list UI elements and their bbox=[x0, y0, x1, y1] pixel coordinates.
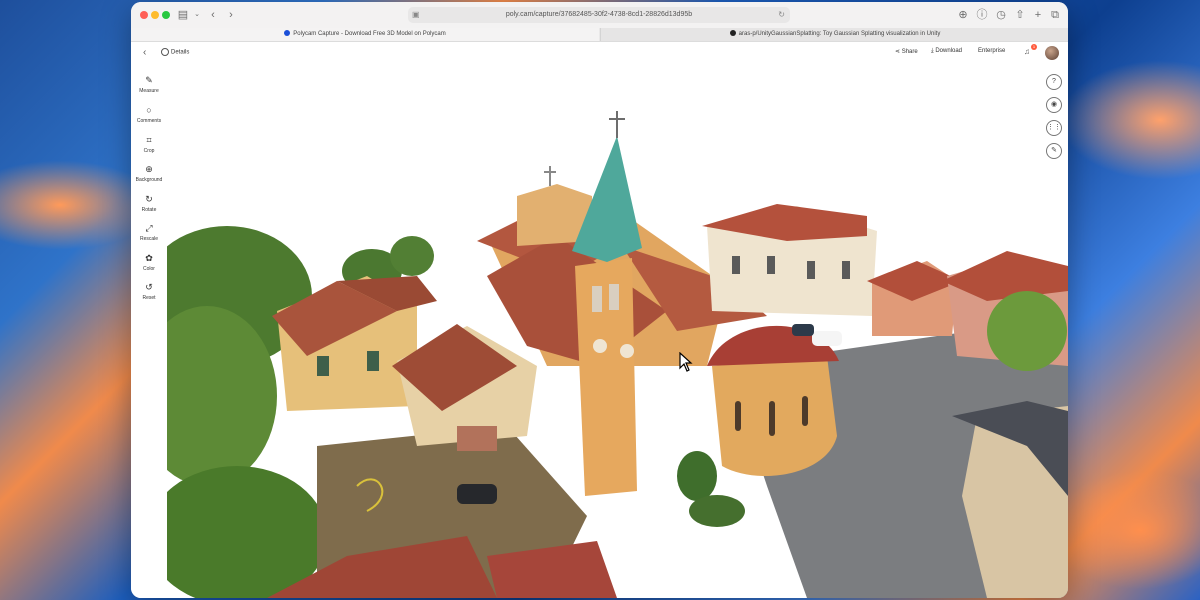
avatar[interactable] bbox=[1045, 46, 1059, 60]
back-icon[interactable]: ‹ bbox=[207, 7, 219, 23]
browser-window: ▤ ⌄ ‹ › ▣ poly.cam/capture/37682485-30f2… bbox=[131, 2, 1068, 598]
rotate-icon: ↻ bbox=[145, 194, 153, 204]
window bbox=[807, 261, 815, 279]
share-icon: ⋖ bbox=[895, 49, 902, 55]
tool-label: Reset bbox=[142, 295, 156, 301]
grid-icon[interactable]: ⋮⋮ bbox=[1046, 120, 1062, 136]
belfry-opening bbox=[609, 284, 619, 310]
app-header: ‹ Details ⋖ Share ⤓ Download Enterprise … bbox=[131, 42, 1068, 66]
window-shutter bbox=[367, 351, 379, 371]
bush bbox=[689, 495, 745, 527]
tool-reset[interactable]: ↺ Reset bbox=[131, 282, 167, 301]
github-favicon-icon bbox=[729, 30, 736, 37]
bush bbox=[677, 451, 717, 501]
url-text: poly.cam/capture/37682485-30f2-4738-8cd1… bbox=[505, 11, 693, 18]
info-icon[interactable]: ⓘ bbox=[976, 7, 988, 23]
window bbox=[767, 256, 775, 274]
apse-window bbox=[735, 401, 741, 431]
tab-github[interactable]: aras-p/UnityGaussianSplatting: Toy Gauss… bbox=[600, 28, 1068, 41]
history-icon[interactable]: ◷ bbox=[995, 7, 1007, 23]
tool-label: Rescale bbox=[139, 236, 159, 242]
details-label: Details bbox=[171, 49, 190, 56]
download-icon[interactable]: ⊕ bbox=[957, 7, 969, 23]
color-icon: ✿ bbox=[145, 253, 153, 263]
download-button[interactable]: ⤓ Download bbox=[931, 48, 962, 55]
tower-clock bbox=[593, 339, 607, 353]
bell-tower bbox=[575, 258, 637, 496]
ruler-icon: ✎ bbox=[145, 75, 153, 85]
forward-icon[interactable]: › bbox=[225, 7, 237, 23]
polycam-favicon-icon bbox=[284, 30, 291, 37]
tab-label: aras-p/UnityGaussianSplatting: Toy Gauss… bbox=[738, 31, 941, 37]
tool-label: Color bbox=[143, 266, 155, 272]
tab-polycam[interactable]: Polycam Capture - Download Free 3D Model… bbox=[131, 28, 599, 41]
bell-icon[interactable]: ♫ bbox=[1024, 47, 1030, 56]
wand-icon[interactable]: ✎ bbox=[1046, 143, 1062, 159]
privacy-shield-icon: ▣ bbox=[412, 10, 420, 19]
window-shutter bbox=[317, 356, 329, 376]
tool-rescale[interactable]: ⤢ Rescale bbox=[131, 223, 167, 242]
globe-icon: ⊕ bbox=[145, 164, 153, 174]
tool-label: Measure bbox=[139, 88, 159, 94]
tool-rotate[interactable]: ↻ Rotate bbox=[131, 194, 167, 213]
3d-viewport[interactable] bbox=[167, 66, 1068, 598]
tool-measure[interactable]: ✎ Measure bbox=[131, 75, 167, 94]
share-icon[interactable]: ⇧ bbox=[1014, 7, 1026, 23]
chevron-down-icon[interactable]: ⌄ bbox=[193, 7, 201, 23]
sidebar-icon[interactable]: ▤ bbox=[177, 7, 189, 23]
tree-cluster bbox=[390, 236, 434, 276]
browser-toolbar: ▤ ⌄ ‹ › ▣ poly.cam/capture/37682485-30f2… bbox=[131, 2, 1068, 28]
parked-car bbox=[457, 484, 497, 504]
tree-cluster bbox=[987, 291, 1067, 371]
tab-bar: Polycam Capture - Download Free 3D Model… bbox=[131, 28, 1068, 42]
address-bar[interactable]: ▣ poly.cam/capture/37682485-30f2-4738-8c… bbox=[408, 7, 790, 23]
tab-label: Polycam Capture - Download Free 3D Model… bbox=[293, 31, 446, 37]
new-tab-icon[interactable]: + bbox=[1032, 7, 1044, 23]
church-3d-model[interactable] bbox=[167, 66, 1068, 598]
tool-label: Crop bbox=[143, 148, 155, 154]
help-icon[interactable]: ? bbox=[1046, 74, 1062, 90]
back-chevron-icon[interactable]: ‹ bbox=[143, 47, 146, 58]
tab-overview-icon[interactable]: ⧉ bbox=[1049, 7, 1061, 23]
notification-badge: 1 bbox=[1031, 44, 1037, 50]
comment-icon: ○ bbox=[146, 105, 152, 115]
tool-sidebar: ✎ Measure ○ Comments ⌗ Crop ⊕ Background… bbox=[131, 66, 167, 598]
parked-car bbox=[792, 324, 814, 336]
tool-comments[interactable]: ○ Comments bbox=[131, 105, 167, 124]
rescale-icon: ⤢ bbox=[145, 223, 153, 233]
tool-label: Background bbox=[135, 177, 163, 183]
share-button[interactable]: ⋖ Share bbox=[895, 48, 918, 55]
window bbox=[732, 256, 740, 274]
minimize-window-button[interactable] bbox=[151, 11, 159, 19]
tower-clock bbox=[620, 344, 634, 358]
share-label: Share bbox=[901, 49, 918, 55]
crop-icon: ⌗ bbox=[146, 135, 152, 145]
tool-color[interactable]: ✿ Color bbox=[131, 253, 167, 272]
desktop-wallpaper-glow bbox=[1050, 470, 1200, 590]
tool-background[interactable]: ⊕ Background bbox=[131, 164, 167, 183]
download-label: Download bbox=[935, 48, 963, 54]
reload-icon[interactable]: ↻ bbox=[778, 7, 785, 23]
window bbox=[842, 261, 850, 279]
zoom-window-button[interactable] bbox=[162, 11, 170, 19]
close-window-button[interactable] bbox=[140, 11, 148, 19]
reset-icon: ↺ bbox=[145, 282, 153, 292]
desktop-wallpaper-glow bbox=[1060, 60, 1200, 180]
details-button[interactable]: Details bbox=[161, 48, 189, 56]
mouse-cursor-icon bbox=[679, 351, 693, 377]
details-icon bbox=[161, 48, 169, 56]
apse-window bbox=[769, 401, 775, 436]
tool-label: Rotate bbox=[141, 207, 157, 213]
enterprise-link[interactable]: Enterprise bbox=[978, 48, 1005, 54]
tool-crop[interactable]: ⌗ Crop bbox=[131, 135, 167, 154]
tree-cluster bbox=[167, 466, 327, 598]
tool-label: Comments bbox=[136, 118, 162, 124]
garage-door bbox=[457, 426, 497, 451]
camera-icon[interactable]: ◉ bbox=[1046, 97, 1062, 113]
parked-car bbox=[812, 331, 842, 346]
apse-window bbox=[802, 396, 808, 426]
belfry-opening bbox=[592, 286, 602, 312]
